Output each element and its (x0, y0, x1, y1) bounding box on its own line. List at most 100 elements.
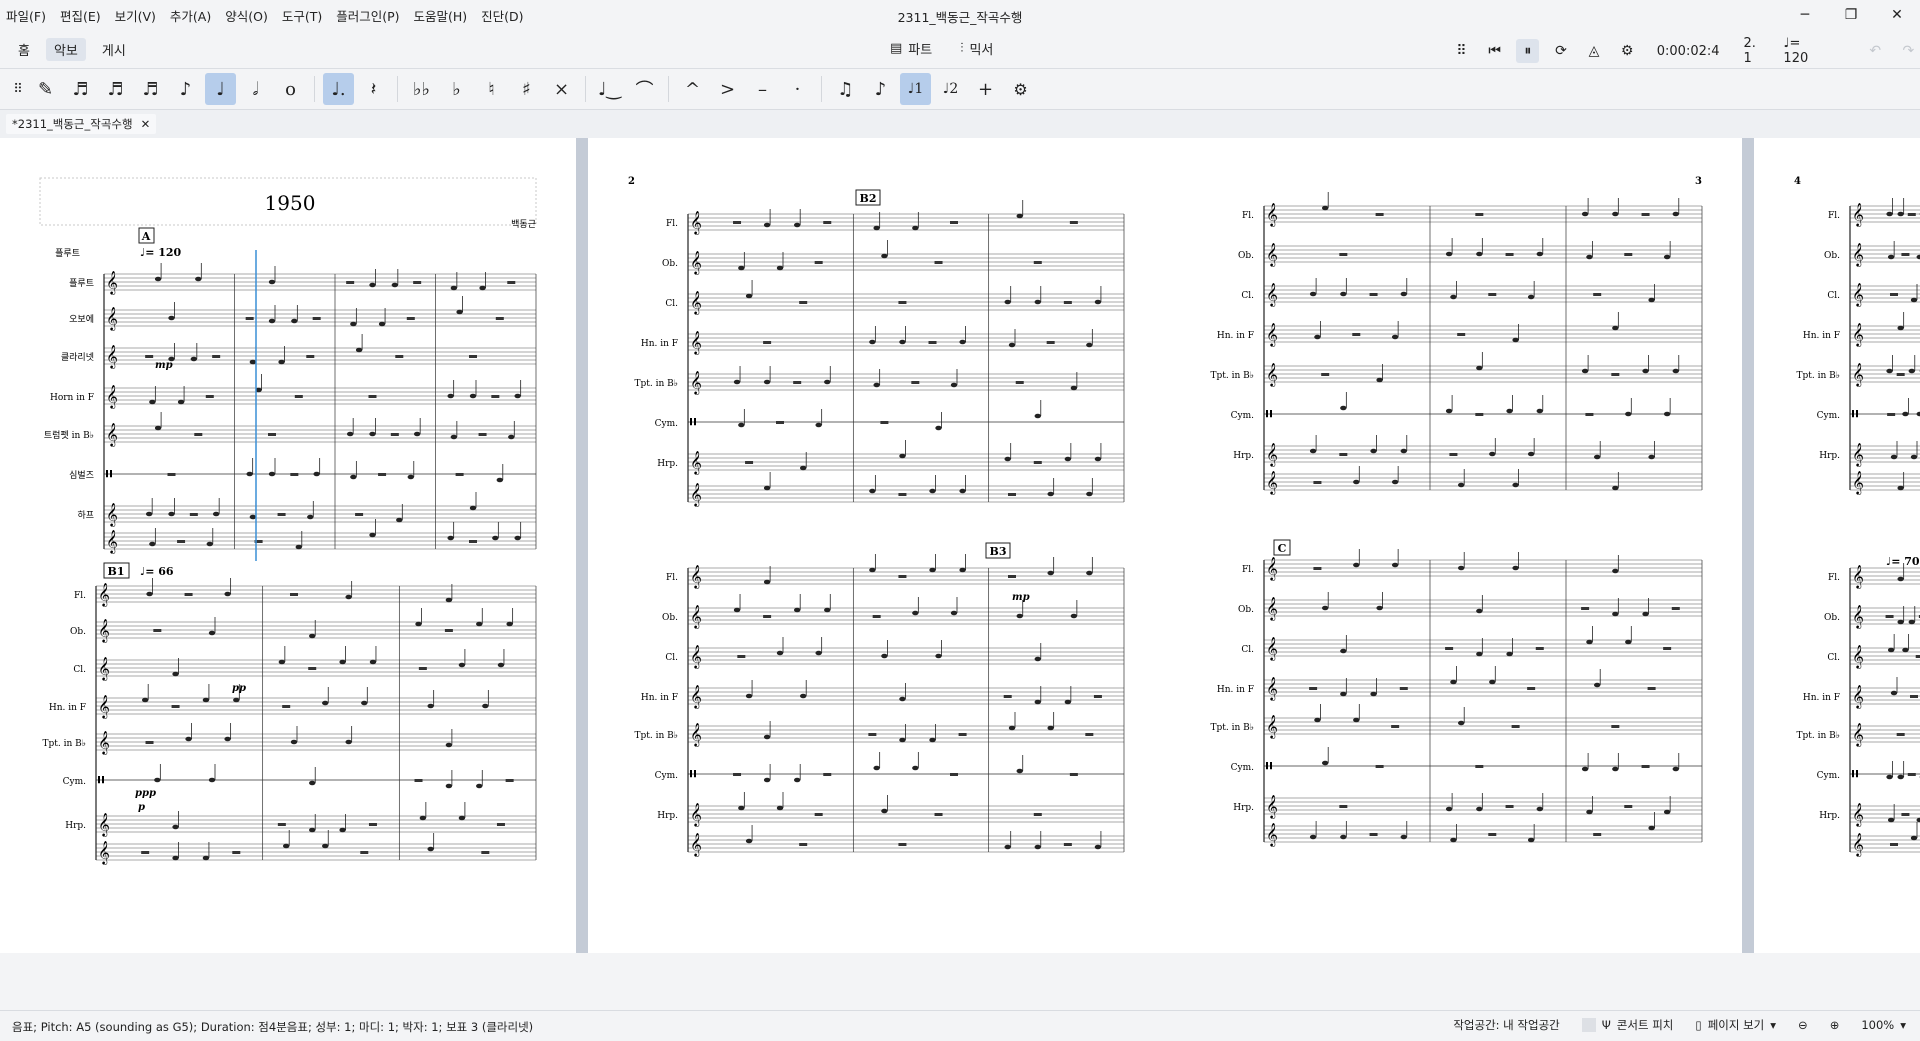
close-tab-icon[interactable]: ✕ (141, 117, 151, 131)
64th-note-icon[interactable]: ♬ (65, 73, 96, 105)
note (764, 735, 770, 740)
drag-handle-icon[interactable]: ⠿ (1450, 39, 1473, 63)
note (1340, 649, 1346, 654)
note (1476, 609, 1482, 614)
nav-tabs: 홈 악보 게시 (10, 38, 134, 61)
rehearsal-mark-a[interactable]: A (141, 230, 151, 243)
tenuto-icon[interactable]: – (747, 73, 778, 105)
rest (1488, 293, 1496, 296)
tab-publish[interactable]: 게시 (94, 38, 134, 61)
menu-help[interactable]: 도움말(H) (414, 6, 468, 25)
rehearsal-mark-b1[interactable]: B1 (108, 565, 125, 578)
menu-diagnostic[interactable]: 진단(D) (481, 6, 523, 25)
zoom-level[interactable]: 100%▾ (1861, 1018, 1906, 1032)
menu-plugins[interactable]: 플러그인(P) (336, 6, 399, 25)
minimize-icon[interactable]: ─ (1782, 0, 1828, 30)
note (191, 357, 197, 362)
double-sharp-icon[interactable]: × (546, 73, 577, 105)
note (149, 542, 155, 547)
maximize-icon[interactable]: ❐ (1828, 0, 1874, 30)
dynamic-pp[interactable]: pp (232, 683, 246, 694)
whole-note-icon[interactable]: o (275, 73, 306, 105)
quarter-note-icon[interactable]: ♩ (205, 73, 236, 105)
natural-icon[interactable]: ♮ (476, 73, 507, 105)
parts-button[interactable]: ▤파트 (890, 39, 932, 58)
note (734, 608, 740, 613)
toolbar-grip-icon[interactable]: ⠿ (10, 73, 26, 105)
rehearsal-mark-b3[interactable]: B3 (990, 545, 1007, 558)
rehearsal-mark-c[interactable]: C (1278, 542, 1287, 555)
16th-note-icon[interactable]: ♬ (135, 73, 166, 105)
instrument-label: 플루트 (69, 278, 94, 289)
augmentation-dot-icon[interactable]: ♩. (323, 73, 354, 105)
clef: 𝄞 (690, 290, 702, 315)
pen-icon[interactable]: ✎ (30, 73, 61, 105)
settings-icon[interactable]: ⚙ (1005, 73, 1036, 105)
staccato-icon[interactable]: · (782, 73, 813, 105)
instrument-label: 하프 (77, 510, 94, 521)
loop-icon[interactable]: ⟳ (1549, 39, 1572, 63)
tempo-marking-p4[interactable]: ♩= 70 (1886, 555, 1920, 568)
dynamic-p[interactable]: p (138, 802, 145, 813)
clef: 𝄞 (690, 482, 702, 507)
voice-1-icon[interactable]: ♩1 (900, 73, 931, 105)
note (1086, 343, 1092, 348)
concert-pitch-toggle[interactable]: Ψ콘서트 피치 (1582, 1017, 1674, 1033)
tab-home[interactable]: 홈 (10, 38, 38, 61)
zoom-out-icon[interactable]: ⊖ (1798, 1018, 1808, 1032)
menu-edit[interactable]: 편집(E) (60, 6, 101, 25)
redo-icon[interactable]: ↷ (1897, 39, 1920, 63)
note (1673, 767, 1679, 772)
marcato-icon[interactable]: ^ (677, 73, 708, 105)
undo-icon[interactable]: ↶ (1864, 39, 1887, 63)
double-flat-icon[interactable]: ♭♭ (406, 73, 437, 105)
tuplet-icon[interactable]: ♫ (830, 73, 861, 105)
playback-settings-icon[interactable]: ⚙ (1616, 39, 1639, 63)
tab-score[interactable]: 악보 (46, 38, 86, 61)
menu-format[interactable]: 양식(O) (225, 6, 268, 25)
note (213, 512, 219, 517)
rest (898, 301, 906, 304)
rewind-icon[interactable]: ⏮ (1483, 39, 1506, 63)
clef: 𝄞 (1852, 322, 1864, 347)
dynamic-mp-b3[interactable]: mp (1012, 592, 1030, 603)
tempo-marking-a[interactable]: ♩= 120 (140, 246, 182, 259)
metronome-icon[interactable]: ◬ (1583, 39, 1606, 63)
zoom-in-icon[interactable]: ⊕ (1830, 1018, 1840, 1032)
checkbox-icon[interactable] (1582, 1018, 1596, 1032)
tie-icon[interactable]: ♩‿ (594, 73, 625, 105)
instrument-label: Hrp. (657, 459, 678, 469)
note (278, 360, 284, 365)
flip-icon[interactable]: ♪ (865, 73, 896, 105)
page-view-selector[interactable]: ▯페이지 보기▾ (1695, 1017, 1776, 1033)
menu-view[interactable]: 보기(V) (115, 6, 156, 25)
32nd-note-icon[interactable]: ♬ (100, 73, 131, 105)
half-note-icon[interactable]: 𝅗𝅥 (240, 73, 271, 105)
accent-icon[interactable]: > (712, 73, 743, 105)
eighth-note-icon[interactable]: ♪ (170, 73, 201, 105)
flat-icon[interactable]: ♭ (441, 73, 472, 105)
dynamic-mp[interactable]: mp (155, 360, 173, 371)
workspace-selector[interactable]: 작업공간: 내 작업공간 (1453, 1017, 1559, 1033)
note (1095, 457, 1101, 462)
dynamic-ppp[interactable]: ppp (135, 788, 156, 799)
menu-tools[interactable]: 도구(T) (282, 6, 322, 25)
mixer-button[interactable]: ⫶믹서 (960, 39, 993, 58)
rest-icon[interactable]: 𝄽 (358, 73, 389, 105)
clef: 𝄞 (1852, 442, 1864, 467)
rest (1506, 805, 1514, 808)
score-canvas[interactable]: 플루트𝄞오보에𝄞클라리넷𝄞Horn in F𝄞트럼펫 in B♭𝄞심벌즈𝄥하프𝄞… (0, 138, 1920, 953)
menu-file[interactable]: 파일(F) (6, 6, 46, 25)
tempo-marking-b1[interactable]: ♩= 66 (140, 565, 174, 578)
close-icon[interactable]: ✕ (1874, 0, 1920, 30)
document-tab[interactable]: *2311_백동근_작곡수행 ✕ (6, 114, 156, 134)
menu-add[interactable]: 추가(A) (170, 6, 211, 25)
rehearsal-mark-b2[interactable]: B2 (860, 192, 877, 205)
rest (815, 261, 823, 264)
add-icon[interactable]: + (970, 73, 1001, 105)
sharp-icon[interactable]: ♯ (511, 73, 542, 105)
play-icon[interactable]: ⏸ (1516, 39, 1539, 63)
note (764, 778, 770, 783)
slur-icon[interactable]: ⌒ (629, 73, 660, 105)
voice-2-icon[interactable]: ♩2 (935, 73, 966, 105)
